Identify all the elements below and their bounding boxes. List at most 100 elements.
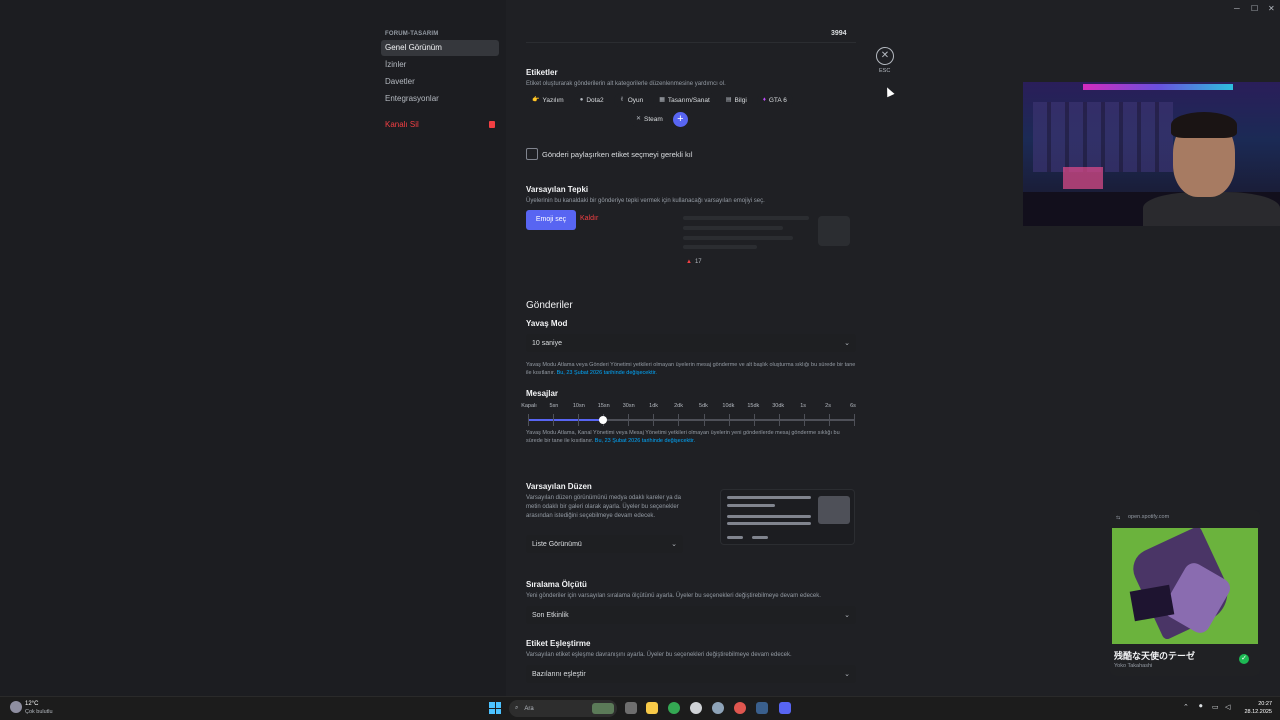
tag-icon: ▦: [659, 97, 665, 103]
slider-tick: [528, 414, 529, 426]
slider-track-fill: [528, 419, 603, 421]
add-tag-button[interactable]: +: [672, 112, 688, 127]
tag-label: Tasarım/Sanat: [667, 97, 710, 104]
tag-label: Yazılım: [542, 97, 564, 104]
discord-icon[interactable]: [779, 702, 791, 714]
microphone-icon[interactable]: ⏺: [1199, 703, 1203, 711]
messages-title: Mesajlar: [526, 389, 559, 398]
delete-channel-label: Kanalı Sil: [385, 119, 419, 129]
slider-label: 1dk: [649, 403, 659, 409]
default-layout-select[interactable]: Liste Görünümü ⌄: [526, 535, 683, 553]
slider-label: 15dk: [747, 403, 760, 409]
slider-tick: [803, 414, 805, 426]
minimize-icon[interactable]: ─: [1234, 4, 1240, 13]
reaction-icon: ▲: [686, 259, 692, 265]
checkmark-icon: ✓: [1239, 654, 1249, 664]
settings-gear-icon[interactable]: [712, 702, 724, 714]
slider-tick: [703, 414, 705, 426]
search-highlight-image: [592, 703, 614, 714]
messages-note: Yavaş Modu Atlama, Kanal Yönetimi veya M…: [526, 429, 856, 445]
tags-title: Etiketler: [526, 68, 558, 77]
slider-handle[interactable]: [599, 416, 607, 424]
slow-mode-note-link[interactable]: Bu, 23 Şubat 2026 tarihinde değişecektir…: [557, 370, 657, 376]
maximize-icon[interactable]: ☐: [1251, 4, 1258, 13]
link-icon: ⇆: [1116, 515, 1121, 521]
volume-icon[interactable]: ◁: [1225, 703, 1230, 711]
app-icon[interactable]: [690, 702, 702, 714]
tag-chip[interactable]: ✕ Steam: [630, 112, 669, 127]
slider-tick: [678, 414, 680, 426]
slow-mode-select[interactable]: 10 saniye ⌄: [526, 334, 856, 352]
slider-label: 2dk: [674, 403, 683, 409]
chevron-down-icon: ⌄: [844, 612, 850, 619]
windows-start-icon[interactable]: [489, 702, 501, 714]
close-icon: ✕: [880, 50, 890, 61]
sidebar-item-permissions[interactable]: İzinler: [381, 57, 499, 73]
require-tag-checkbox[interactable]: [526, 148, 538, 160]
slider-tick: [854, 414, 855, 426]
spotify-widget[interactable]: ⇆ open.spotify.com 残酷な天使のテーゼ Yoko Takaha…: [1110, 510, 1260, 676]
tag-chip[interactable]: ♦ GTA 6: [756, 93, 793, 108]
weather-icon[interactable]: [10, 701, 22, 713]
tag-chip[interactable]: ● Dota2: [573, 93, 610, 108]
chrome-icon[interactable]: [668, 702, 680, 714]
taskbar: 12°C Çok bulutlu ⌕ Ara ⌃ ⏺ ▭ ◁ 20:27 28.…: [0, 696, 1280, 720]
sidebar-item-integrations[interactable]: Entegrasyonlar: [381, 91, 499, 107]
default-reaction-description: Üyelerinin bu kanaldaki bir gönderiye te…: [526, 198, 765, 204]
posts-title: Gönderiler: [526, 300, 573, 311]
webcam-overlay: [1023, 82, 1280, 226]
sidebar-item-overview[interactable]: Genel Görünüm: [381, 40, 499, 56]
slow-mode-title: Yavaş Mod: [526, 319, 568, 328]
slider-tick: [628, 414, 630, 426]
network-icon[interactable]: ▭: [1212, 703, 1219, 711]
slow-mode-note: Yavaş Modu Atlama veya Gönderi Yönetimi …: [526, 361, 856, 377]
slider-tick: [553, 414, 555, 426]
sidebar-item-invites[interactable]: Davetler: [381, 74, 499, 90]
tag-matching-select[interactable]: Bazılarını eşleştir ⌄: [526, 665, 856, 683]
close-settings-button[interactable]: ✕: [876, 47, 894, 65]
tag-matching-value: Bazılarını eşleştir: [532, 670, 586, 678]
tag-icon: ♦: [762, 97, 766, 103]
weather-temp: 12°C: [25, 701, 39, 707]
tag-chip[interactable]: ▤ Bilgi: [719, 93, 753, 108]
slider-tick: [828, 414, 830, 426]
slider-label: 10dk: [722, 403, 735, 409]
tag-chip[interactable]: 👉 Yazılım: [526, 93, 570, 108]
delete-channel-button[interactable]: Kanalı Sil: [381, 116, 499, 132]
tag-chip[interactable]: ▦ Tasarım/Sanat: [653, 93, 716, 108]
steam-icon[interactable]: [756, 702, 768, 714]
slider-tick: [728, 414, 730, 426]
chevron-down-icon: ⌄: [671, 541, 677, 548]
remove-emoji-button[interactable]: Kaldır: [580, 215, 598, 222]
sort-order-description: Yeni gönderiler için varsayılan sıralama…: [526, 593, 821, 599]
search-icon: ⌕: [515, 705, 519, 711]
search-placeholder: Ara: [524, 705, 534, 712]
tag-chip[interactable]: ✌ Oyun: [613, 93, 650, 108]
tag-icon: ✌: [619, 97, 625, 103]
task-view-icon[interactable]: [625, 702, 637, 714]
clock[interactable]: 20:27 28.12.2025: [1240, 700, 1272, 716]
sort-order-select[interactable]: Son Etkinlik ⌄: [526, 606, 856, 624]
spotify-source: open.spotify.com: [1128, 514, 1170, 520]
slider-tick: [653, 414, 655, 426]
top-counter: 3994: [831, 30, 847, 37]
messages-note-link[interactable]: Bu, 23 Şubat 2026 tarihinde değişecektir…: [595, 438, 695, 444]
sort-order-title: Sıralama Ölçütü: [526, 580, 587, 589]
settings-sidebar: FORUM-TASARIM Genel Görünüm İzinler Dave…: [381, 28, 499, 132]
window-close-icon[interactable]: ✕: [1268, 4, 1275, 13]
default-layout-description: Varsayılan düzen görünümünü medya odaklı…: [526, 495, 681, 519]
image-placeholder-icon: [818, 496, 850, 524]
app-icon[interactable]: [734, 702, 746, 714]
slider-label: 1s: [800, 403, 807, 409]
choose-emoji-button[interactable]: Emoji seç: [526, 210, 576, 230]
chevron-up-icon[interactable]: ⌃: [1183, 703, 1189, 711]
tag-icon: 👉: [532, 97, 540, 103]
album-art: [1112, 528, 1258, 644]
divider: [526, 42, 856, 43]
file-explorer-icon[interactable]: [646, 702, 658, 714]
slider-label: 5dk: [699, 403, 708, 409]
taskbar-search[interactable]: ⌕ Ara: [509, 700, 617, 717]
default-layout-value: Liste Görünümü: [532, 540, 582, 548]
tag-label: GTA 6: [768, 97, 787, 104]
slider-label: 2s: [825, 403, 831, 409]
